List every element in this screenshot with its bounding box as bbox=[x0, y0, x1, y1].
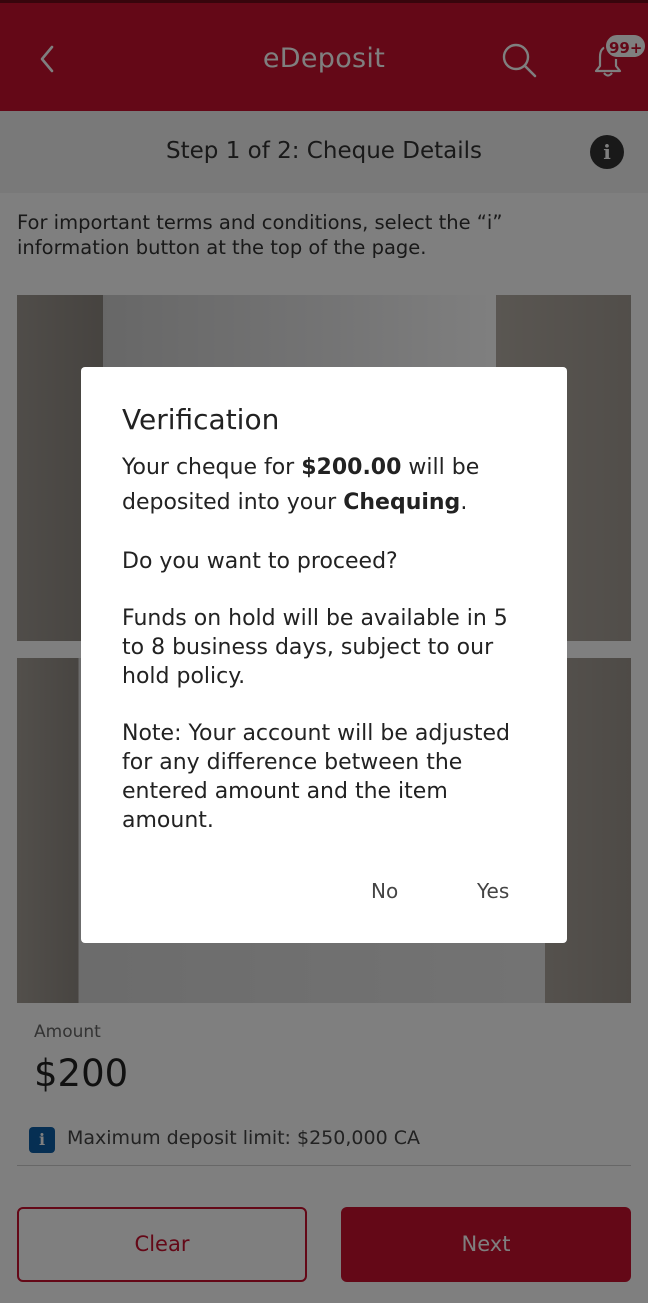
proceed-question: Do you want to proceed? bbox=[122, 549, 398, 574]
adjustment-note: Note: Your account will be adjusted for … bbox=[122, 721, 510, 833]
dialog-title: Verification bbox=[122, 403, 280, 436]
verification-dialog: Verification Your cheque for $200.00 wil… bbox=[81, 367, 567, 943]
account-name: Chequing bbox=[343, 489, 461, 515]
deposit-summary: Your cheque for $200.00 will be deposite… bbox=[122, 451, 526, 520]
cheque-amount: $200.00 bbox=[301, 455, 402, 480]
hold-policy-note: Funds on hold will be available in 5 to … bbox=[122, 606, 508, 689]
yes-button[interactable]: Yes bbox=[477, 879, 509, 903]
summary-text-a: Your cheque for bbox=[122, 455, 302, 480]
summary-text-c: . bbox=[460, 489, 468, 515]
no-button[interactable]: No bbox=[371, 879, 398, 903]
